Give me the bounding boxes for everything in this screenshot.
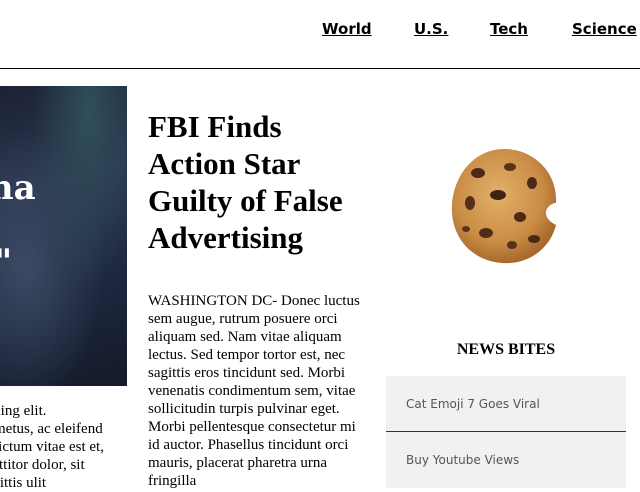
hero-image[interactable]: Tuna rt. ny." [0,86,127,386]
news-bites-heading: NEWS BITES [456,341,556,358]
top-navigation: World U.S. Tech Science [0,0,640,69]
nav-link-science[interactable]: Science [572,20,637,38]
left-article-line: metus, ac eleifend [0,421,103,437]
article-headline[interactable]: FBI Finds Action Star Guilty of False Ad… [148,108,368,256]
nav-link-tech[interactable]: Tech [490,20,528,38]
left-article-excerpt: cing elit. metus, ac eleifend lictum vit… [0,402,127,492]
cookie-icon [451,149,557,264]
hero-quote: Tuna rt. ny." [0,168,36,281]
article-body: WASHINGTON DC- Donec luctus sem augue, r… [148,293,360,489]
left-article-line: sittis ulit [0,475,47,491]
left-article-line: lictum vitae est et, [0,439,104,455]
news-bite-item[interactable]: Cat Emoji 7 Goes Viral [386,376,626,432]
left-article-line: cing elit. [0,403,47,419]
left-article-line: rttitor dolor, sit [0,457,85,473]
nav-link-us[interactable]: U.S. [414,20,448,38]
nav-link-world[interactable]: World [322,20,372,38]
